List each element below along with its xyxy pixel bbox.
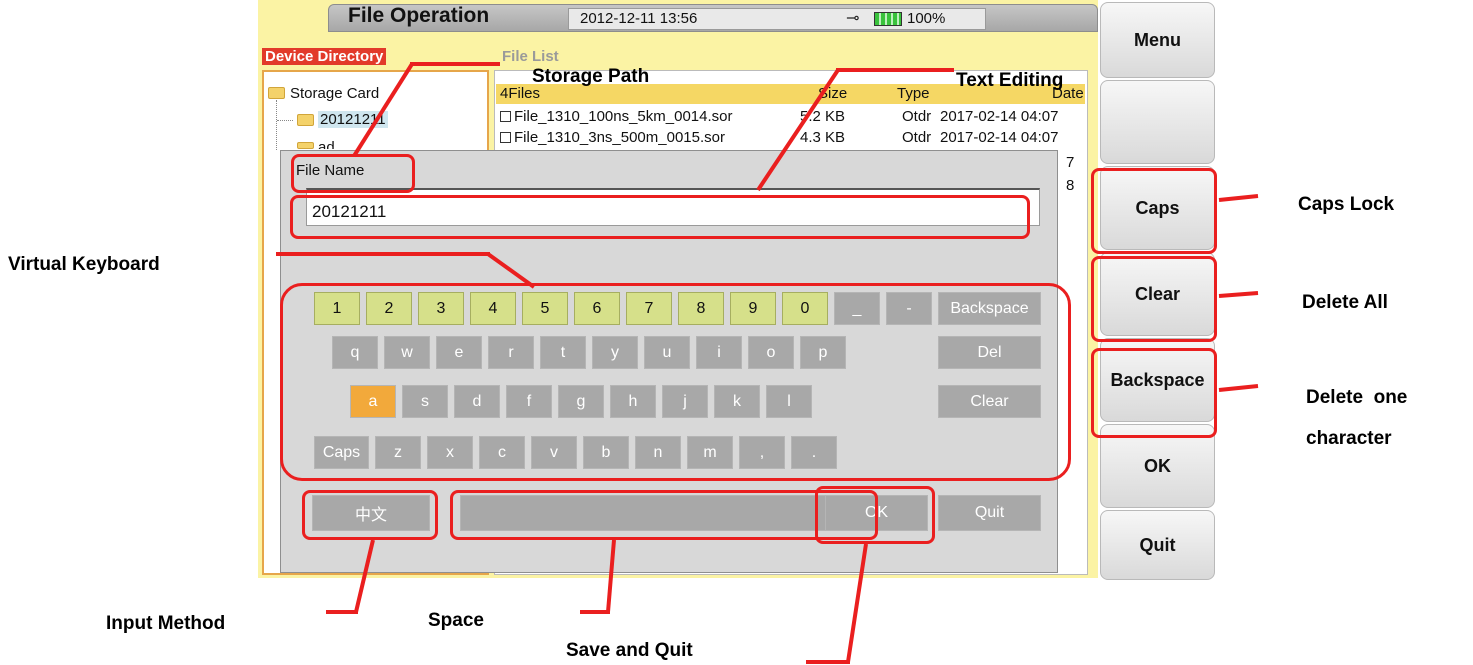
- callout-delete-all: Delete All: [1302, 292, 1388, 313]
- callout-input-method: Input Method: [106, 613, 226, 634]
- callout-storage-path: Storage Path: [532, 66, 650, 87]
- callout-space: Space: [428, 610, 484, 631]
- callout-character: character: [1306, 428, 1392, 449]
- callout-caps-lock: Caps Lock: [1298, 194, 1395, 215]
- callout-virtual-keyboard: Virtual Keyboard: [8, 254, 160, 275]
- callout-text-editing: Text Editing: [956, 70, 1064, 91]
- callout-save-and-quit: Save and Quit: [566, 640, 693, 661]
- callout-delete-one: Delete one: [1306, 387, 1408, 408]
- annotation-leader-lines: [276, 62, 1259, 664]
